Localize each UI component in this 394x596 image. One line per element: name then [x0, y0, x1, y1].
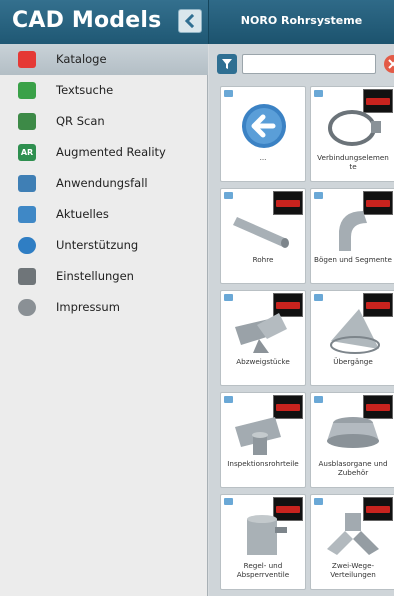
tile-label: Verbindungselemen te — [317, 153, 389, 171]
back-button[interactable] — [178, 9, 202, 33]
bend-image — [339, 211, 367, 251]
sidebar-item-einstellungen[interactable]: Einstellungen — [0, 261, 208, 292]
folder-icon — [224, 294, 233, 301]
sidebar-item-aktuelles[interactable]: Aktuelles — [0, 199, 208, 230]
filter-icon — [222, 59, 232, 69]
pipe-image — [233, 217, 289, 248]
folder-icon — [224, 498, 233, 505]
sidebar-item-label: Einstellungen — [56, 269, 134, 283]
sidebar-item-impressum[interactable]: Impressum — [0, 292, 208, 323]
tile-label: Ausblasorgane und Zubehör — [318, 459, 388, 477]
sidebar-item-label: Impressum — [56, 300, 120, 314]
sidebar-item-label: Augmented Reality — [56, 145, 166, 159]
tile-label: Rohre — [252, 255, 274, 264]
sidebar-item-label: Kataloge — [56, 52, 107, 66]
tile-back[interactable]: ... — [220, 86, 306, 182]
tile-label: Abzweigstücke — [236, 357, 290, 366]
catalog-content: ... Verbindungselemen te Rohre Bögen und… — [209, 44, 394, 596]
clear-search-button[interactable] — [384, 55, 394, 73]
tile-label: Bögen und Segmente — [314, 255, 392, 264]
company-name: NORO Rohrsysteme — [240, 14, 363, 27]
sidebar-item-augmented-reality[interactable]: AR Augmented Reality — [0, 137, 208, 168]
folder-icon — [224, 192, 233, 199]
sidebar-item-label: Textsuche — [56, 83, 114, 97]
folder-icon — [224, 90, 233, 97]
sidebar-item-label: Unterstützung — [56, 238, 139, 252]
cone-image — [330, 309, 380, 354]
tile-regel-und-absperrventile[interactable]: Regel- und Absperrventile — [220, 494, 306, 590]
outlet-image — [327, 417, 379, 448]
app-header: CAD Models NORO Rohrsysteme — [0, 0, 394, 44]
tile-label: ... — [259, 153, 267, 162]
news-icon — [18, 206, 36, 223]
tile-ausblasorgane[interactable]: Ausblasorgane und Zubehör — [310, 392, 394, 488]
tile-label: Inspektionsrohrteile — [227, 459, 299, 468]
close-icon — [388, 59, 394, 69]
clamp-image — [328, 110, 381, 146]
tile-uebergaenge[interactable]: Übergänge — [310, 290, 394, 386]
use-case-icon — [18, 175, 36, 192]
tile-boegen-und-segmente[interactable]: Bögen und Segmente — [310, 188, 394, 284]
sidebar-item-anwendungsfall[interactable]: Anwendungsfall — [0, 168, 208, 199]
app-title: CAD Models — [12, 8, 162, 33]
sidebar-menu: Kataloge Textsuche QR Scan AR Augmented … — [0, 44, 208, 596]
filter-button[interactable] — [217, 54, 237, 74]
sidebar-item-label: QR Scan — [56, 114, 105, 128]
folder-icon — [314, 396, 323, 403]
tile-label: Regel- und Absperrventile — [236, 561, 290, 579]
folder-icon — [314, 498, 323, 505]
tile-zwei-wege-verteilungen[interactable]: Zwei-Wege-Verteilungen — [310, 494, 394, 590]
chevron-left-icon — [184, 14, 195, 28]
tile-abzweigstuecke[interactable]: Abzweigstücke — [220, 290, 306, 386]
branch-image — [235, 313, 287, 353]
company-header: NORO Rohrsysteme — [208, 0, 394, 44]
info-icon — [18, 299, 36, 316]
sidebar-item-label: Aktuelles — [56, 207, 109, 221]
text-search-icon — [18, 82, 36, 99]
folder-icon — [224, 396, 233, 403]
sidebar-item-label: Anwendungsfall — [56, 176, 148, 190]
qr-scan-icon — [18, 113, 36, 130]
tile-label: Übergänge — [333, 357, 373, 366]
catalog-icon — [18, 51, 36, 68]
tile-label: Zwei-Wege-Verteilungen — [330, 561, 376, 579]
splitter-image — [327, 513, 379, 555]
sidebar-item-unterstuetzung[interactable]: Unterstützung — [0, 230, 208, 261]
tile-inspektionsrohrteile[interactable]: Inspektionsrohrteile — [220, 392, 306, 488]
augmented-reality-icon: AR — [18, 144, 36, 161]
sidebar-item-qr-scan[interactable]: QR Scan — [0, 106, 208, 137]
settings-icon — [18, 268, 36, 285]
back-arrow-icon — [242, 104, 286, 148]
folder-icon — [314, 192, 323, 199]
support-icon — [18, 237, 36, 254]
folder-icon — [314, 90, 323, 97]
tile-rohre[interactable]: Rohre — [220, 188, 306, 284]
sidebar-item-textsuche[interactable]: Textsuche — [0, 75, 208, 106]
sidebar-item-kataloge[interactable]: Kataloge — [0, 44, 208, 75]
folder-icon — [314, 294, 323, 301]
tile-verbindungselemente[interactable]: Verbindungselemen te — [310, 86, 394, 182]
search-input[interactable] — [242, 54, 376, 74]
valve-image — [247, 515, 287, 555]
inspection-pipe-image — [235, 417, 281, 455]
